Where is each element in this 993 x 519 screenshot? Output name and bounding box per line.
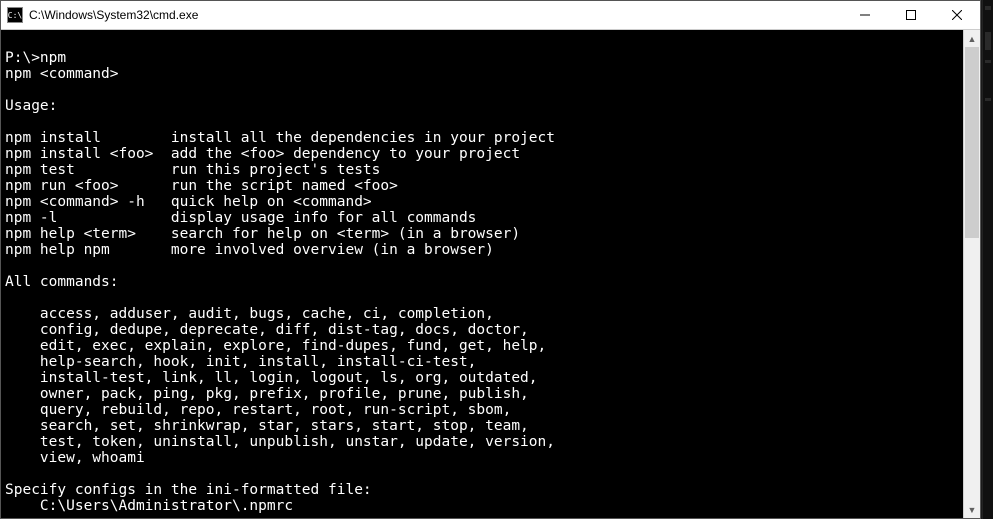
scroll-up-arrow[interactable]: ▲: [964, 30, 980, 47]
maximize-button[interactable]: [888, 1, 934, 29]
scroll-thumb[interactable]: [965, 47, 979, 238]
client-area: P:\>npm npm <command> Usage: npm install…: [1, 30, 980, 518]
cmd-window: C:\ C:\Windows\System32\cmd.exe P:\>npm …: [0, 0, 981, 519]
minimize-button[interactable]: [842, 1, 888, 29]
editor-minimap-strip: [982, 0, 993, 519]
scroll-track[interactable]: [964, 47, 980, 501]
scroll-down-arrow[interactable]: ▼: [964, 501, 980, 518]
window-controls: [842, 1, 980, 29]
terminal-output[interactable]: P:\>npm npm <command> Usage: npm install…: [1, 30, 963, 518]
app-icon: C:\: [7, 7, 23, 23]
vertical-scrollbar[interactable]: ▲ ▼: [963, 30, 980, 518]
titlebar[interactable]: C:\ C:\Windows\System32\cmd.exe: [1, 1, 980, 30]
close-button[interactable]: [934, 1, 980, 29]
window-title: C:\Windows\System32\cmd.exe: [29, 8, 842, 22]
